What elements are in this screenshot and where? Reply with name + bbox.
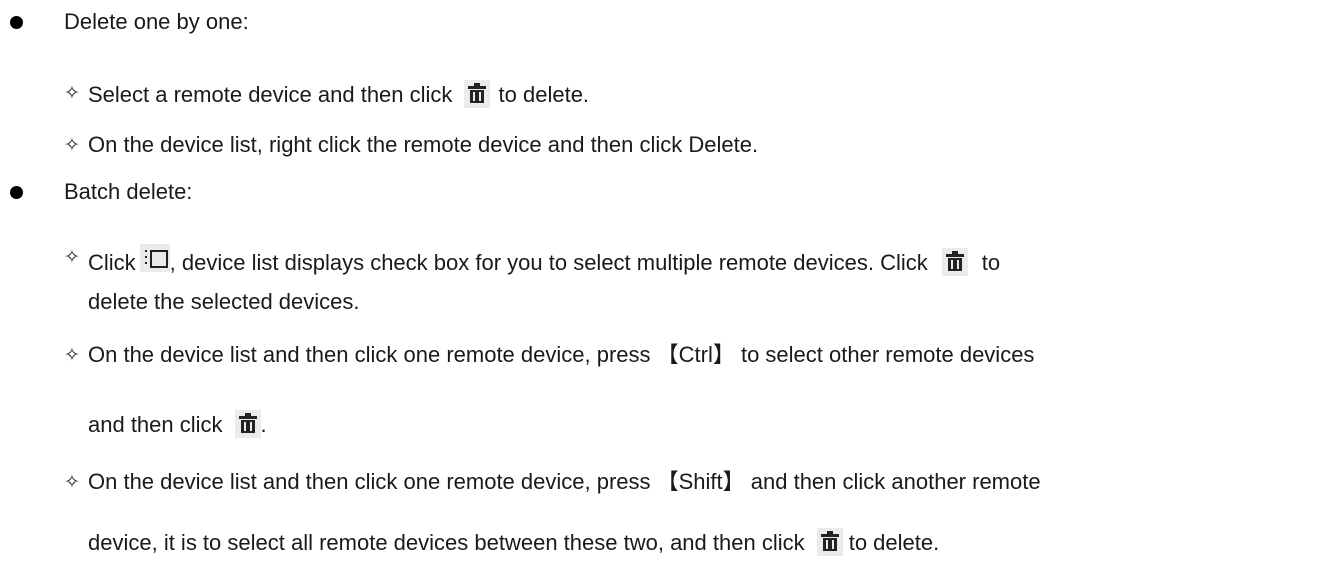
trash-icon <box>464 80 491 108</box>
section-heading-batch-delete: Batch delete: <box>64 179 193 204</box>
item-text: device, it is to select all remote devic… <box>88 530 805 555</box>
trash-icon <box>941 248 968 276</box>
item-text-after: to delete. <box>492 82 590 107</box>
bullet-dot <box>10 186 23 199</box>
item-text: Select a remote device and then click <box>88 82 453 107</box>
list-checkbox-icon <box>139 244 170 272</box>
list-item-multi-select: Click , device list displays check box fo… <box>88 244 1000 276</box>
item-text-after: to delete. <box>842 530 940 555</box>
list-item-ctrl-select: On the device list and then click one re… <box>88 342 1035 367</box>
diamond-bullet-icon: ✧ <box>64 246 80 268</box>
list-item-shift-select: On the device list and then click one re… <box>88 469 1041 494</box>
diamond-bullet-icon: ✧ <box>64 82 80 104</box>
item-text: and then click <box>88 412 223 437</box>
trash-icon <box>234 410 261 438</box>
diamond-bullet-icon: ✧ <box>64 134 80 156</box>
item-text: Click <box>88 250 136 275</box>
diamond-bullet-icon: ✧ <box>64 471 80 493</box>
section-heading-delete-one: Delete one by one: <box>64 9 249 34</box>
list-item-multi-select-line2: delete the selected devices. <box>88 289 360 314</box>
item-text-end: to <box>981 250 1001 275</box>
item-text-after: . <box>260 412 267 437</box>
list-item-shift-select-line2: device, it is to select all remote devic… <box>88 528 939 556</box>
list-item-select-delete: Select a remote device and then click to… <box>88 80 589 108</box>
item-text-mid: , device list displays check box for you… <box>169 250 928 275</box>
list-item-ctrl-select-line2: and then click. <box>88 410 267 438</box>
trash-icon <box>816 528 843 556</box>
list-item-right-click-delete: On the device list, right click the remo… <box>88 132 759 157</box>
bullet-dot <box>10 16 23 29</box>
diamond-bullet-icon: ✧ <box>64 344 80 366</box>
